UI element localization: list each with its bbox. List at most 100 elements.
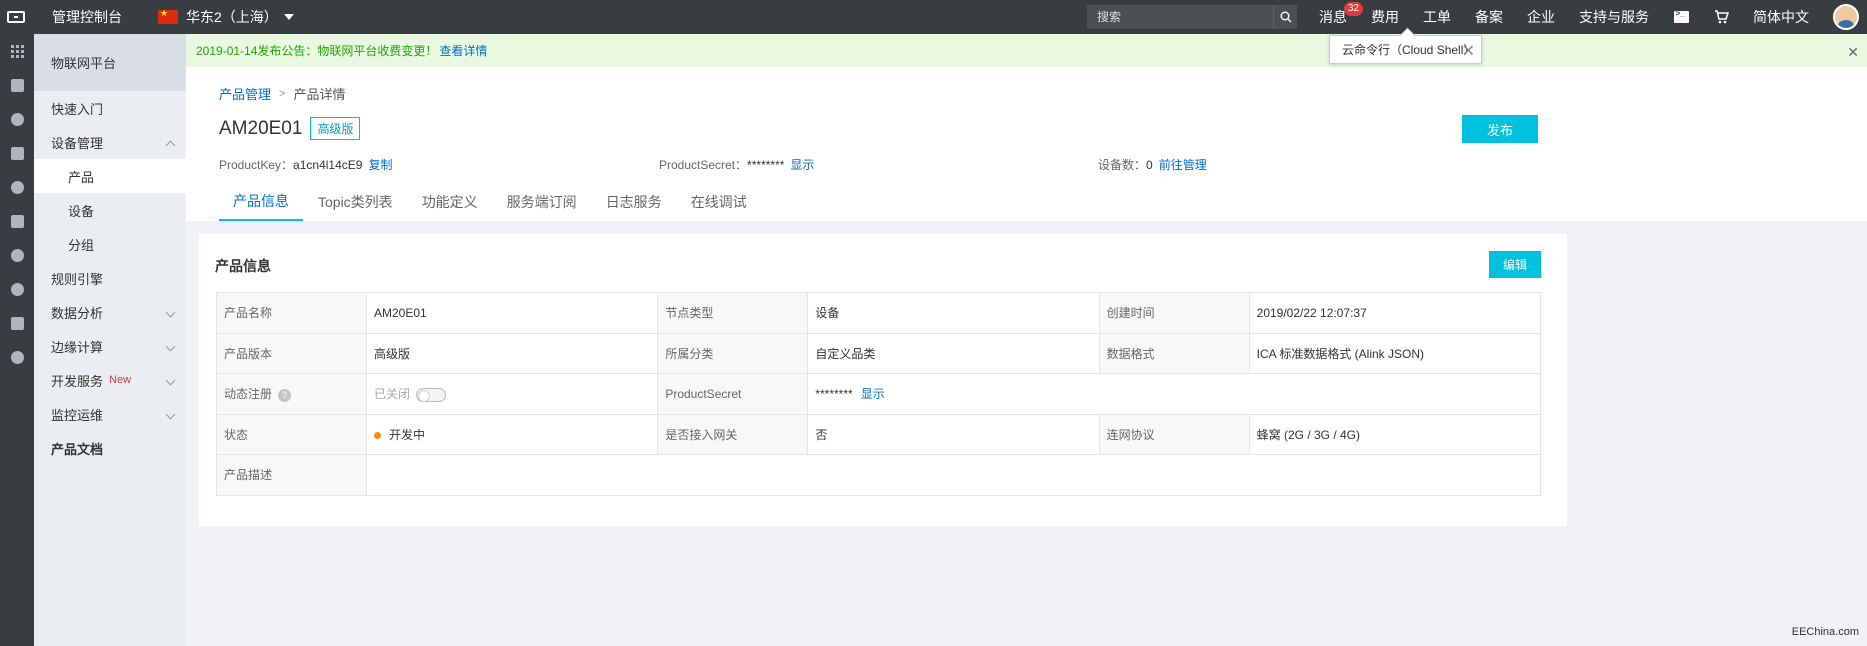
sidebar-item-label: 监控运维: [51, 407, 104, 423]
nav-support[interactable]: 支持与服务: [1567, 0, 1661, 34]
sidebar-item-products[interactable]: 产品: [34, 159, 186, 193]
breadcrumb: 产品管理 > 产品详情: [219, 84, 345, 103]
search-icon[interactable]: [1273, 5, 1297, 29]
tab-function-definition[interactable]: 功能定义: [408, 182, 492, 221]
caret-down-icon: [283, 14, 294, 20]
field-value: ICA 标准数据格式 (Alink JSON): [1248, 332, 1542, 374]
product-secret-field: ProductSecret： ******** 显示: [659, 156, 814, 173]
sidebar: 物联网平台 快速入门 设备管理 产品 设备 分组 规则引擎 数据分析 边缘计算 …: [34, 34, 186, 646]
product-secret-label: ProductSecret：: [659, 158, 748, 172]
table-row: 状态 开发中 是否接入网关 否 连网协议 蜂窝 (2G / 3G / 4G): [216, 413, 1542, 455]
breadcrumb-product-management[interactable]: 产品管理: [219, 84, 271, 103]
product-key-field: ProductKey： a1cn4l14cE9 复制: [219, 156, 392, 173]
user-avatar[interactable]: [1833, 4, 1859, 30]
console-home-link[interactable]: 管理控制台: [52, 7, 122, 27]
sidebar-item-quickstart[interactable]: 快速入门: [34, 91, 186, 125]
database-icon[interactable]: [0, 102, 34, 136]
settings-icon[interactable]: [0, 306, 34, 340]
field-value: 设备: [807, 292, 1100, 334]
chevron-down-icon: [165, 341, 176, 352]
language-selector[interactable]: 简体中文: [1741, 0, 1821, 34]
search-box: [1087, 5, 1297, 29]
toggle-status-label: 已关闭: [374, 387, 411, 402]
table-row: 产品名称 AM20E01 节点类型 设备 创建时间 2019/02/22 12:…: [216, 292, 1542, 334]
tab-server-subscription[interactable]: 服务端订阅: [493, 182, 591, 221]
sidebar-item-label: 分组: [68, 237, 95, 253]
sidebar-item-docs[interactable]: 产品文档: [34, 431, 186, 465]
field-value: 蜂窝 (2G / 3G / 4G): [1248, 413, 1542, 455]
tab-product-info[interactable]: 产品信息: [219, 182, 303, 221]
device-count-value: 0: [1146, 157, 1153, 172]
field-value: ********: [815, 387, 853, 402]
aliyun-logo-icon[interactable]: [0, 0, 32, 34]
edit-button[interactable]: 编辑: [1489, 251, 1541, 278]
field-value: [366, 454, 1541, 496]
copy-link[interactable]: 复制: [368, 156, 392, 173]
show-secret-link[interactable]: 显示: [861, 387, 885, 401]
edition-badge: 高级版: [310, 117, 361, 140]
field-label: 数据格式: [1098, 332, 1250, 374]
field-label: 所属分类: [657, 332, 809, 374]
product-secret-value: ********: [747, 157, 785, 172]
field-label: 动态注册: [224, 387, 273, 402]
announcement-details-link[interactable]: 查看详情: [439, 42, 487, 59]
announcement-bar: 2019-01-14发布公告：物联网平台收费变更！ 查看详情 ✕: [186, 34, 1867, 67]
field-value: 2019/02/22 12:07:37: [1248, 292, 1542, 334]
product-key-label: ProductKey：: [219, 158, 294, 172]
sidebar-item-monitoring[interactable]: 监控运维: [34, 397, 186, 431]
cloud-icon[interactable]: [0, 136, 34, 170]
products-grid-icon[interactable]: [0, 34, 34, 68]
nav-icp-filing[interactable]: 备案: [1463, 0, 1515, 34]
field-label: 产品名称: [216, 292, 367, 334]
help-icon[interactable]: ?: [278, 388, 292, 402]
field-label: 状态: [216, 413, 367, 455]
sidebar-item-rules-engine[interactable]: 规则引擎: [34, 261, 186, 295]
sidebar-item-devices[interactable]: 设备: [34, 193, 186, 227]
tab-log-service[interactable]: 日志服务: [592, 182, 676, 221]
dot-icon[interactable]: [0, 340, 34, 374]
close-icon[interactable]: ✕: [1462, 41, 1475, 61]
chevron-down-icon: [165, 375, 176, 386]
product-info-table: 产品名称 AM20E01 节点类型 设备 创建时间 2019/02/22 12:…: [216, 292, 1542, 496]
nav-enterprise[interactable]: 企业: [1515, 0, 1567, 34]
field-label: 连网协议: [1098, 413, 1250, 455]
region-selector[interactable]: 华东2（上海）: [158, 7, 294, 27]
network-icon[interactable]: [0, 238, 34, 272]
field-label: 产品描述: [216, 454, 367, 496]
sidebar-item-label: 产品文档: [51, 441, 104, 457]
sidebar-item-data-analysis[interactable]: 数据分析: [34, 295, 186, 329]
sidebar-item-label: 数据分析: [51, 305, 104, 321]
cart-icon[interactable]: [1701, 0, 1741, 34]
cloud-storage-icon[interactable]: [0, 170, 34, 204]
sidebar-item-label: 设备管理: [51, 135, 104, 151]
sidebar-item-device-management[interactable]: 设备管理: [34, 125, 186, 159]
nav-billing[interactable]: 费用: [1359, 0, 1411, 34]
show-secret-link[interactable]: 显示: [790, 156, 814, 173]
publish-button[interactable]: 发布: [1462, 115, 1538, 143]
globe-icon[interactable]: [0, 272, 34, 306]
search-input[interactable]: [1087, 10, 1273, 24]
chevron-down-icon: [165, 409, 176, 420]
product-key-value: a1cn4l14cE9: [293, 157, 363, 172]
cloud-shell-icon[interactable]: [1661, 0, 1701, 34]
region-label: 华东2（上海）: [186, 9, 278, 25]
nav-tickets[interactable]: 工单: [1411, 0, 1463, 34]
dynamic-register-toggle[interactable]: [416, 388, 447, 403]
sidebar-item-dev-services[interactable]: 开发服务 New: [34, 363, 186, 397]
field-label: 节点类型: [657, 292, 809, 334]
messages-link[interactable]: 消息 32: [1307, 0, 1363, 34]
field-label-cell: 动态注册?: [216, 373, 367, 415]
close-icon[interactable]: ✕: [1847, 44, 1859, 61]
announcement-text: 2019-01-14发布公告：物联网平台收费变更！: [196, 44, 438, 58]
field-value-cell: ******** 显示: [807, 373, 1541, 415]
sidebar-item-label: 产品: [68, 169, 95, 185]
server-icon[interactable]: [0, 68, 34, 102]
tab-topic-list[interactable]: Topic类列表: [304, 182, 407, 221]
manage-devices-link[interactable]: 前往管理: [1159, 156, 1207, 173]
tools-icon[interactable]: [0, 204, 34, 238]
section-title: 产品信息: [215, 258, 271, 274]
tab-online-debug[interactable]: 在线调试: [677, 182, 761, 221]
sidebar-item-groups[interactable]: 分组: [34, 227, 186, 261]
sidebar-item-edge-computing[interactable]: 边缘计算: [34, 329, 186, 363]
tooltip-text: 云命令行（Cloud Shell）: [1342, 43, 1476, 57]
